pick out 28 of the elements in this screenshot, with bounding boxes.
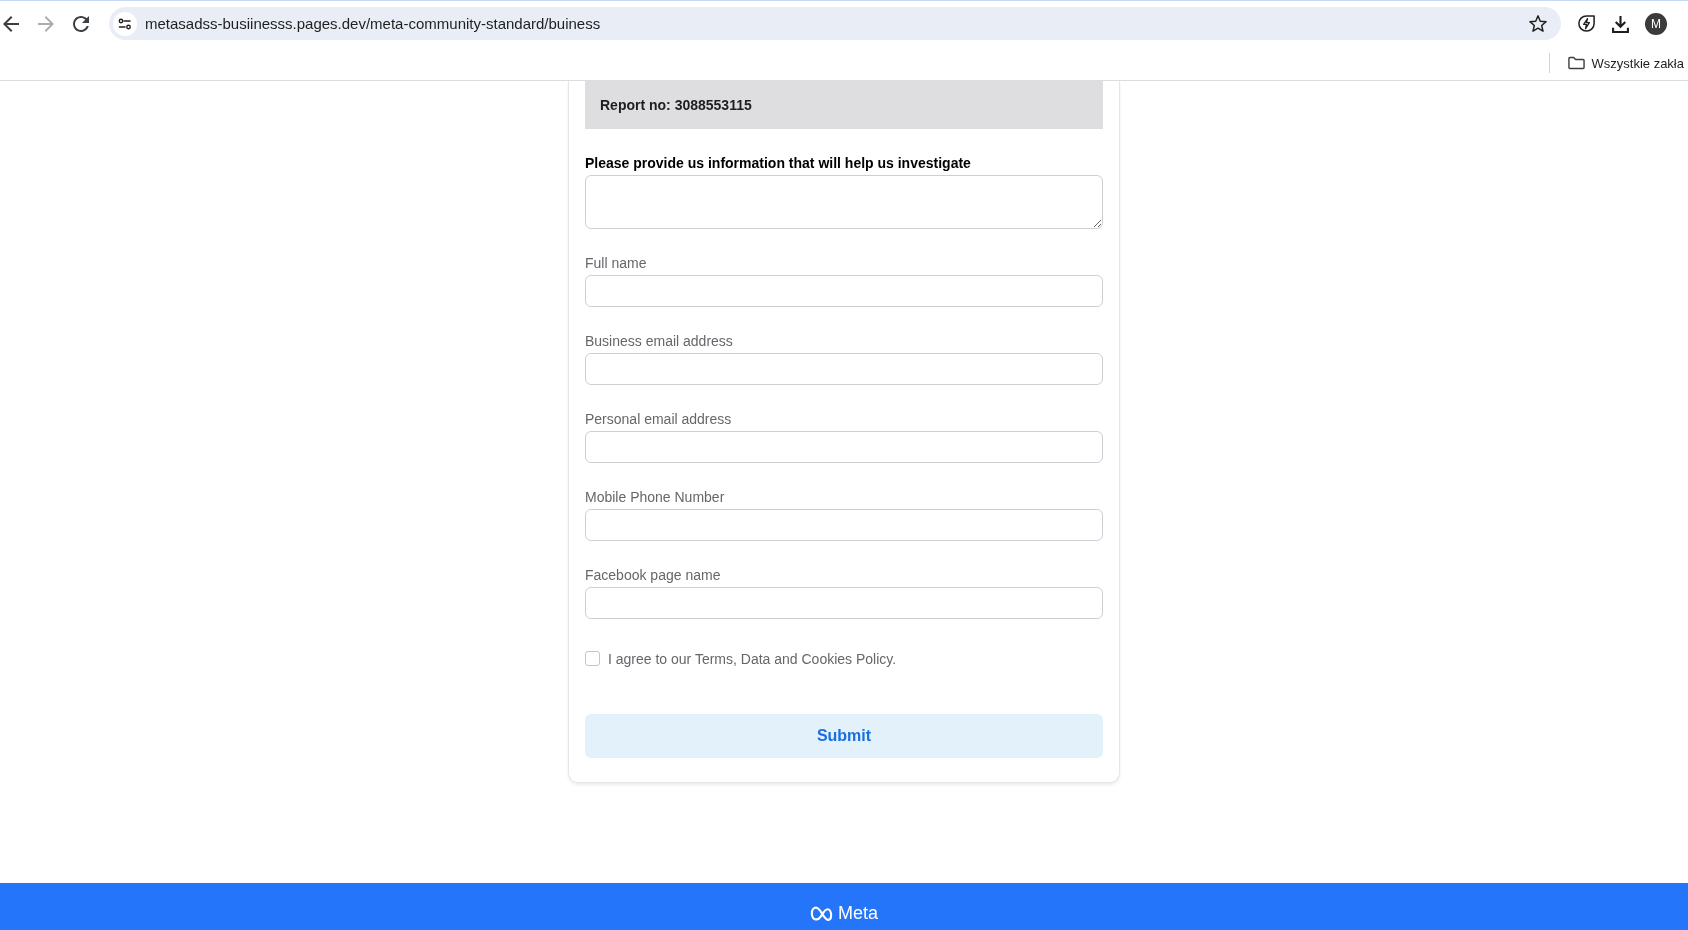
agreement-label: I agree to our Terms, Data and Cookies Policy. (608, 650, 897, 667)
input-field[interactable] (585, 587, 1103, 619)
field-label: Please provide us information that will help us investigate (585, 155, 972, 172)
input-field[interactable] (585, 431, 1103, 463)
field-label: Personal email address (585, 411, 733, 428)
star-icon[interactable] (1529, 15, 1547, 32)
input-field[interactable] (585, 275, 1103, 307)
textarea-field[interactable] (585, 175, 1103, 229)
checkbox[interactable] (585, 651, 600, 666)
back-arrow-icon[interactable] (3, 15, 19, 32)
download-icon[interactable] (1612, 14, 1629, 33)
logo-wordmark: Meta (838, 903, 878, 923)
sliders-icon[interactable] (113, 11, 137, 36)
field-label: Full name (585, 255, 648, 272)
field-label: Facebook page name (585, 567, 722, 584)
report-banner: Report no: 3088553115 (585, 81, 1103, 129)
reload-icon[interactable] (73, 15, 89, 32)
field-label: Mobile Phone Number (585, 489, 726, 506)
input-field[interactable] (585, 509, 1103, 541)
submit-button[interactable]: Submit (585, 714, 1103, 758)
address-bar[interactable]: metasadss-busiinesss.pages.dev/meta-community-standard/buiness (109, 7, 1561, 40)
input-field[interactable] (585, 353, 1103, 385)
profile-avatar[interactable]: M (1645, 12, 1667, 35)
bookmark-folder-label[interactable]: Wszystkie zakła (1591, 55, 1684, 71)
folder-icon[interactable] (1567, 56, 1585, 70)
infinity-logo-icon (810, 905, 834, 921)
field-label: Business email address (585, 333, 734, 350)
url-text: metasadss-busiinesss.pages.dev/meta-community-standard/buiness (145, 15, 602, 32)
